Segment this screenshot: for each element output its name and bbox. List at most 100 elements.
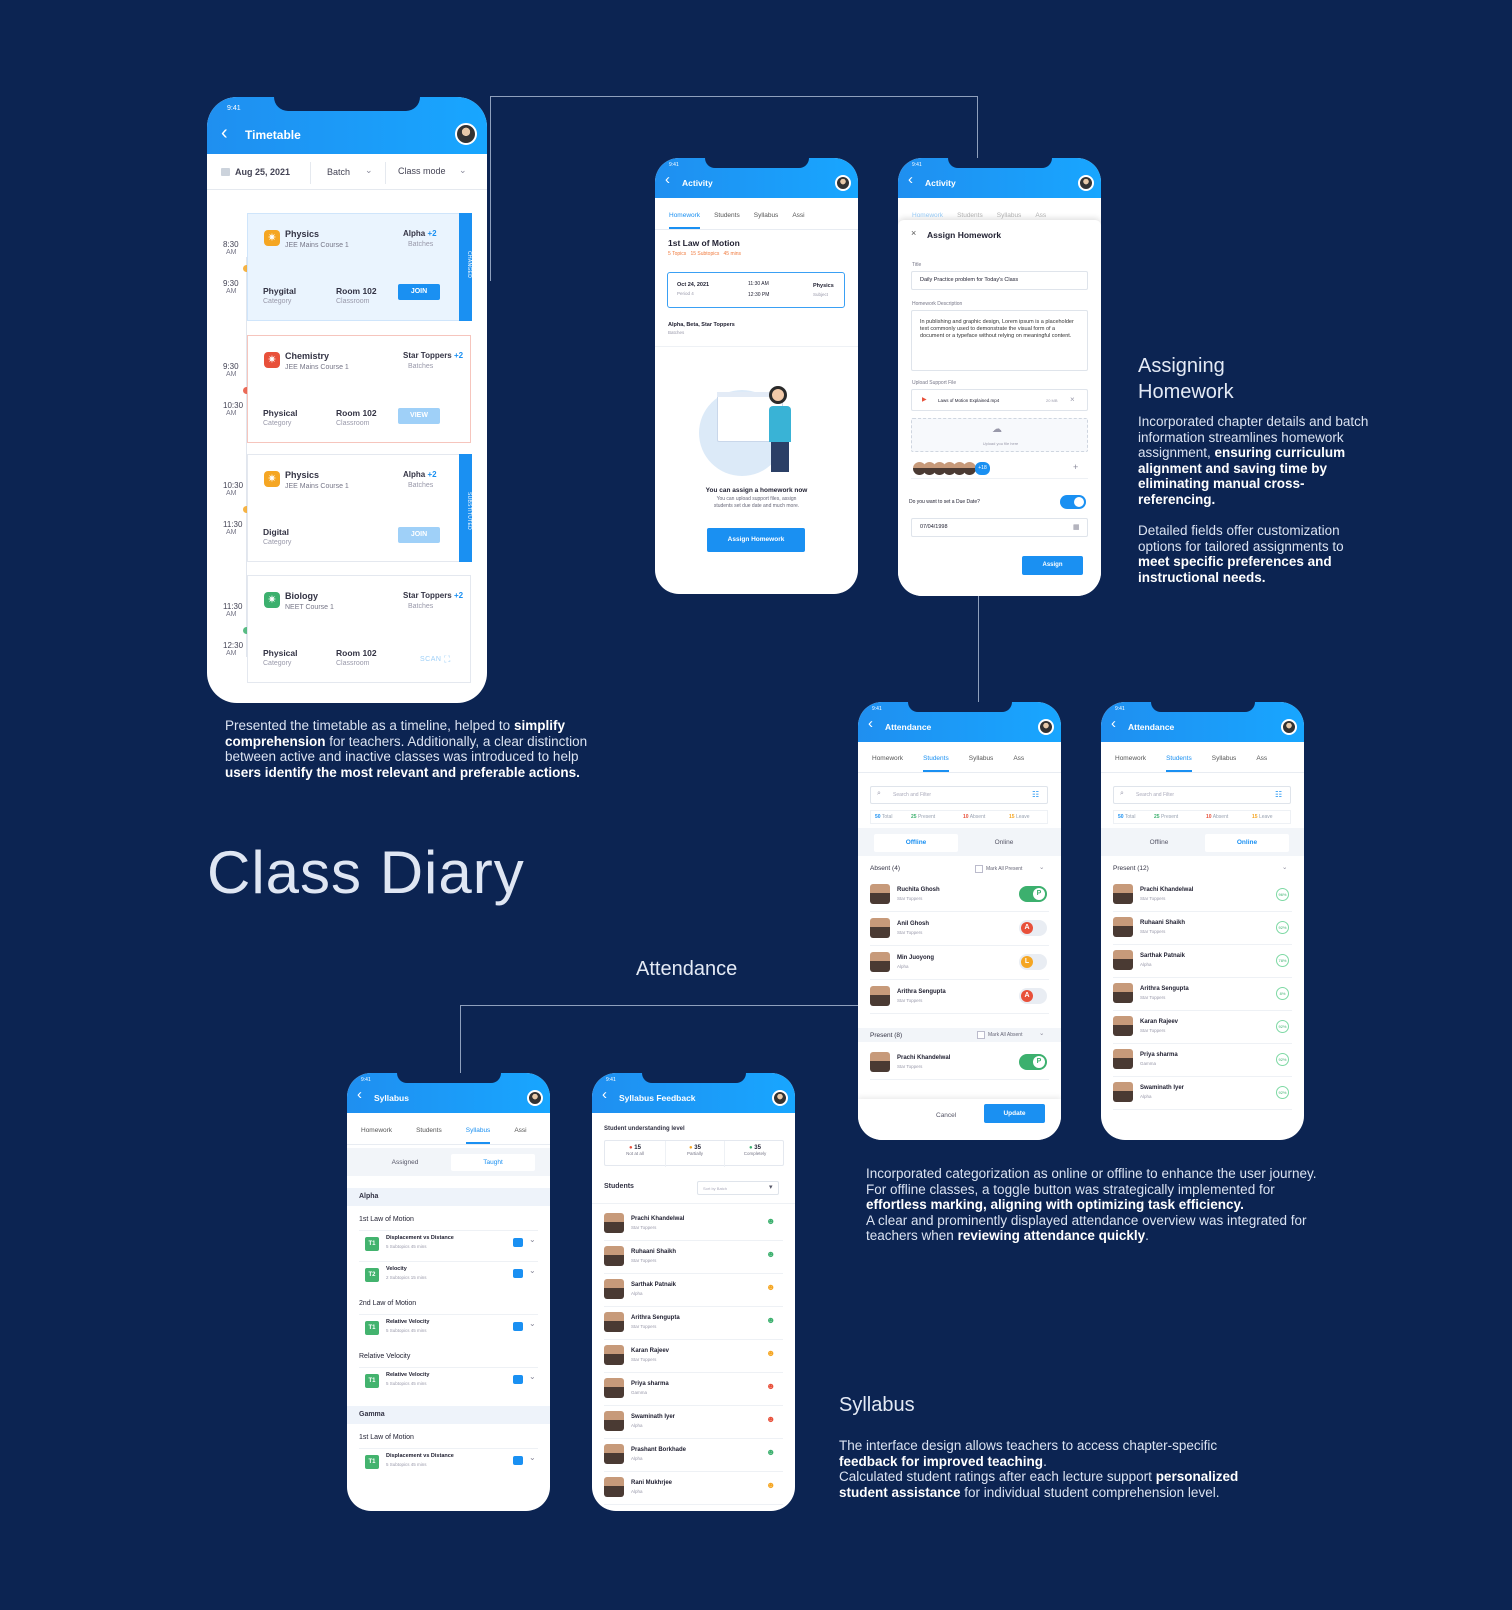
attendance-toggle[interactable]: P [1019,886,1047,902]
avatar[interactable] [1281,719,1297,735]
tab-students[interactable]: Students [923,755,949,772]
class-card[interactable]: ✷ Physics JEE Mains Course 1 Alpha +2 Batche… [247,213,471,321]
avatar[interactable] [835,175,851,191]
feedback-icon[interactable] [513,1375,523,1384]
join-button[interactable]: JOIN [398,284,440,300]
mark-all-absent-checkbox[interactable] [977,1031,985,1039]
chevron-down-icon: ⌄ [459,165,467,175]
chevron-down-icon[interactable]: ⌄ [529,1372,536,1381]
attendance-toggle[interactable]: L [1019,954,1047,970]
attendance-toggle[interactable]: A [1019,920,1047,936]
student-batch: Alpha [1140,962,1152,967]
mark-all-present-checkbox[interactable] [975,865,983,873]
student-name: Priya sharma [631,1381,669,1387]
chevron-down-icon[interactable]: ⌄ [1282,863,1287,871]
remove-file-icon[interactable]: × [1070,395,1075,404]
tab-syllabus[interactable]: Syllabus [969,755,994,772]
subject-name: Physics [285,229,320,239]
avatar[interactable] [772,1090,788,1106]
segment-assigned[interactable]: Assigned [363,1154,447,1171]
class-card[interactable]: ✷ Chemistry JEE Mains Course 1 Star Toppers… [247,335,471,443]
tab-assignments[interactable]: Assi [792,212,804,229]
back-arrow-icon[interactable]: ‹ [221,123,228,143]
tab-syllabus[interactable]: Syllabus [465,1127,491,1144]
class-mode-filter[interactable]: Class mode [398,166,446,176]
scan-button[interactable]: SCAN [420,656,441,663]
back-arrow-icon[interactable]: ‹ [602,1087,607,1102]
description-textarea[interactable]: In publishing and graphic design, Lorem … [911,310,1088,371]
tab-syllabus[interactable]: Syllabus [754,212,779,229]
date-filter[interactable]: Aug 25, 2021 [235,167,290,177]
calendar-icon[interactable]: ▦ [1073,523,1080,531]
mode-online[interactable]: Online [1205,834,1289,852]
student-name: Anil Ghosh [897,921,929,927]
search-input[interactable]: ⌕ Search and Filter ☷ [1113,786,1291,804]
add-student-icon[interactable]: + [1073,462,1078,472]
due-date-toggle[interactable] [1060,495,1086,509]
mode-offline[interactable]: Offline [874,834,958,852]
tab-assignments[interactable]: Ass [1256,755,1267,772]
topic-name: Displacement vs Distance [386,1453,454,1459]
avatar[interactable] [1078,175,1094,191]
tab-assignments[interactable]: Assi [514,1127,526,1144]
chevron-down-icon[interactable]: ⌄ [529,1266,536,1275]
back-arrow-icon[interactable]: ‹ [665,172,670,187]
close-icon[interactable]: × [911,228,916,238]
class-card[interactable]: ✷ Physics JEE Mains Course 1 Alpha +2 Batche… [247,454,471,562]
search-placeholder: Search and Filter [893,792,932,798]
upload-dropzone[interactable]: ☁ Upload you file here [911,418,1088,452]
chevron-down-icon[interactable]: ⌄ [1039,863,1044,871]
filter-icon[interactable]: ☷ [1275,790,1282,799]
tab-homework[interactable]: Homework [1115,755,1146,772]
tab-homework[interactable]: Homework [361,1127,392,1144]
sort-by-batch-select[interactable]: Sort by Batch ▾ [697,1181,779,1195]
back-arrow-icon[interactable]: ‹ [868,716,873,731]
search-input[interactable]: ⌕ Search and Filter ☷ [870,786,1048,804]
chevron-down-icon[interactable]: ⌄ [1039,1029,1044,1037]
segment-taught[interactable]: Taught [451,1154,535,1171]
class-card[interactable]: ✷ Biology NEET Course 1 Star Toppers +2 Batc… [247,575,471,683]
tab-students[interactable]: Students [416,1127,442,1144]
chevron-down-icon[interactable]: ⌄ [529,1319,536,1328]
rating-icon: ☻ [766,1216,776,1226]
view-button[interactable]: VIEW [398,408,440,424]
feedback-icon[interactable] [513,1269,523,1278]
back-arrow-icon[interactable]: ‹ [908,172,913,187]
batch-name: Alpha +2 [403,470,437,479]
student-name: Arithra Sengupta [1140,986,1189,992]
back-arrow-icon[interactable]: ‹ [357,1087,362,1102]
end-ampm: AM [226,410,237,417]
tab-students[interactable]: Students [1166,755,1192,772]
feedback-icon[interactable] [513,1322,523,1331]
batch-filter[interactable]: Batch [327,167,350,177]
join-button[interactable]: JOIN [398,527,440,543]
filter-icon[interactable]: ☷ [1032,790,1039,799]
tab-homework[interactable]: Homework [872,755,903,772]
avatar[interactable] [455,123,477,145]
sort-label: Sort by Batch [703,1186,728,1191]
back-arrow-icon[interactable]: ‹ [1111,716,1116,731]
mode-offline[interactable]: Offline [1117,834,1201,852]
feedback-icon[interactable] [513,1238,523,1247]
tab-syllabus[interactable]: Syllabus [1212,755,1237,772]
avatar[interactable] [1038,719,1054,735]
chevron-down-icon[interactable]: ⌄ [529,1235,536,1244]
attendance-toggle[interactable]: A [1019,988,1047,1004]
tab-bar: Homework Students Syllabus Ass [858,755,1061,773]
scan-icon[interactable]: ⛶ [444,654,450,665]
tab-students[interactable]: Students [714,212,740,229]
attendance-toggle[interactable]: P [1019,1054,1047,1070]
tab-assignments[interactable]: Ass [1013,755,1024,772]
mode-online[interactable]: Online [962,834,1046,852]
avatar[interactable] [527,1090,543,1106]
chevron-down-icon[interactable]: ⌄ [529,1453,536,1462]
cancel-button[interactable]: Cancel [936,1112,956,1119]
tab-homework[interactable]: Homework [669,212,701,229]
feedback-icon[interactable] [513,1456,523,1465]
update-button[interactable]: Update [984,1104,1045,1123]
due-date-input[interactable]: 07/04/1998 [911,518,1088,537]
student-picker[interactable]: +18 + [911,460,1088,479]
title-input[interactable]: Daily Practice problem for Today's Class [911,271,1088,290]
assign-button[interactable]: Assign [1022,556,1083,575]
assign-homework-button[interactable]: Assign Homework [707,528,805,552]
